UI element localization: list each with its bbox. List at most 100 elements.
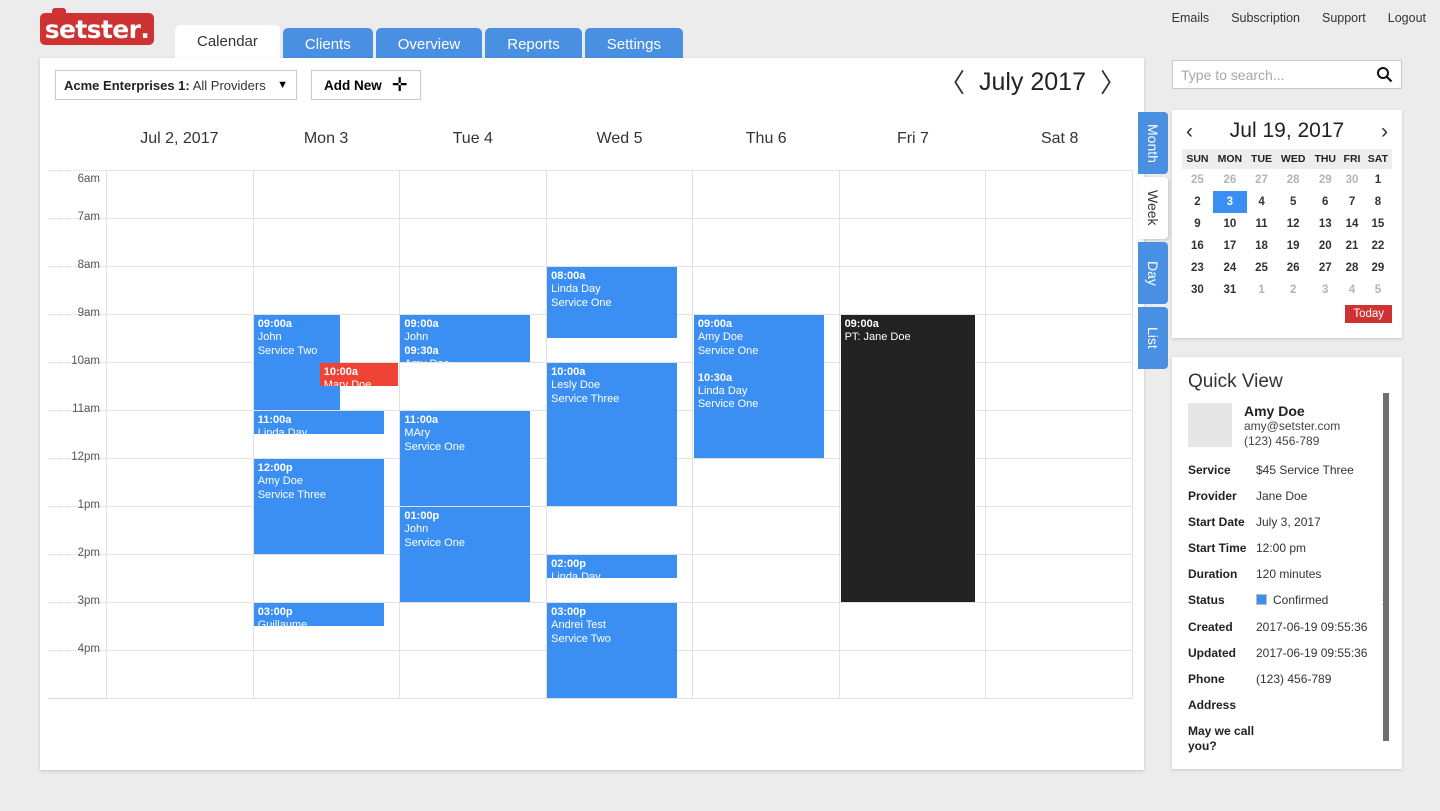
calendar-event[interactable]: 03:00p Guillaume <box>253 603 384 626</box>
day-header-1[interactable]: Mon 3 <box>253 130 400 170</box>
mini-calendar-day[interactable]: 23 <box>1182 257 1213 279</box>
calendar-event[interactable]: 11:00a MAry Service One <box>400 411 531 506</box>
mini-calendar-day[interactable]: 18 <box>1247 235 1276 257</box>
chevron-right-icon[interactable]: 〉 <box>1100 70 1126 96</box>
view-button-week[interactable]: Week <box>1138 177 1168 239</box>
calendar-panel: Acme Enterprises 1: All Providers ▼ Add … <box>40 58 1144 770</box>
mini-calendar-day[interactable]: 24 <box>1213 257 1247 279</box>
utility-link-subscription[interactable]: Subscription <box>1231 11 1300 25</box>
mini-calendar-day[interactable]: 9 <box>1182 213 1213 235</box>
mini-calendar-prev-icon[interactable]: ‹ <box>1186 121 1193 142</box>
day-header-0[interactable]: Jul 2, 2017 <box>106 130 253 170</box>
mini-calendar-day[interactable]: 16 <box>1182 235 1213 257</box>
calendar-event[interactable]: 10:00a Lesly Doe Service Three <box>547 363 678 506</box>
calendar-event[interactable]: 09:00a Amy Doe Service One 10:30a Linda Day… <box>693 315 824 458</box>
tab-settings[interactable]: Settings <box>584 28 683 62</box>
mini-calendar-day[interactable]: 28 <box>1340 257 1364 279</box>
quick-view-value: Jane Doe <box>1256 489 1308 503</box>
mini-calendar-day[interactable]: 4 <box>1247 191 1276 213</box>
mini-calendar-day[interactable]: 27 <box>1310 257 1340 279</box>
quick-view-value: 120 minutes <box>1256 567 1322 581</box>
view-button-month[interactable]: Month <box>1138 112 1168 174</box>
utility-link-logout[interactable]: Logout <box>1388 11 1426 25</box>
mini-calendar-day[interactable]: 26 <box>1276 257 1310 279</box>
day-header-2[interactable]: Tue 4 <box>399 130 546 170</box>
hour-label: 11am <box>72 403 100 415</box>
day-header-6[interactable]: Sat 8 <box>986 130 1133 170</box>
search-icon[interactable] <box>1376 66 1393 83</box>
tab-clients[interactable]: Clients <box>282 28 373 62</box>
mini-calendar-day[interactable]: 2 <box>1182 191 1213 213</box>
mini-calendar-day[interactable]: 14 <box>1340 213 1364 235</box>
view-button-list[interactable]: List <box>1138 307 1168 369</box>
today-button[interactable]: Today <box>1345 305 1392 323</box>
day-header-5[interactable]: Fri 7 <box>840 130 987 170</box>
search-box[interactable] <box>1172 60 1402 89</box>
mini-calendar-day[interactable]: 1 <box>1364 169 1392 191</box>
mini-calendar-day[interactable]: 3 <box>1212 191 1247 213</box>
logo-text: setster <box>44 14 141 44</box>
day-header-3[interactable]: Wed 5 <box>546 130 693 170</box>
mini-calendar-day[interactable]: 8 <box>1364 191 1392 213</box>
mini-calendar-day[interactable]: 1 <box>1247 279 1276 301</box>
mini-calendar-day[interactable]: 4 <box>1340 279 1364 301</box>
calendar-event[interactable]: 08:00a Linda Day Service One <box>547 267 678 338</box>
tab-calendar[interactable]: Calendar <box>175 25 280 62</box>
calendar-event[interactable]: 10:00a Mary Doe <box>319 363 399 386</box>
tab-overview[interactable]: Overview <box>375 28 483 62</box>
mini-calendar-day[interactable]: 25 <box>1247 257 1276 279</box>
setster-logo[interactable]: setster. <box>40 8 154 45</box>
mini-calendar-day[interactable]: 10 <box>1213 213 1247 235</box>
chevron-left-icon[interactable]: 〈 <box>939 70 965 96</box>
hour-label: 8am <box>77 259 100 271</box>
event-service: Service Three <box>551 392 620 405</box>
mini-calendar-day[interactable]: 5 <box>1364 279 1392 301</box>
quick-view-key: May we call you? <box>1188 724 1255 753</box>
calendar-event[interactable]: 01:00p John Service One <box>400 507 531 602</box>
quick-view-scrollbar[interactable] <box>1383 393 1389 741</box>
mini-calendar-day[interactable]: 30 <box>1182 279 1213 301</box>
mini-calendar-day[interactable]: 12 <box>1276 213 1310 235</box>
mini-calendar-day[interactable]: 21 <box>1340 235 1364 257</box>
mini-calendar-day[interactable]: 20 <box>1310 235 1340 257</box>
calendar-event[interactable]: 12:00p Amy Doe Service Three <box>253 459 384 554</box>
calendar-event[interactable]: 09:00a PT: Jane Doe <box>840 315 975 602</box>
search-input[interactable] <box>1181 66 1376 83</box>
mini-calendar-day[interactable]: 5 <box>1276 191 1310 213</box>
add-new-button[interactable]: Add New ✛ <box>311 70 421 100</box>
mini-calendar-day[interactable]: 6 <box>1310 191 1340 213</box>
utility-link-emails[interactable]: Emails <box>1172 11 1210 25</box>
tab-reports[interactable]: Reports <box>485 28 582 62</box>
calendar-event[interactable]: 11:00a Linda Day <box>253 411 384 434</box>
mini-calendar-day[interactable]: 3 <box>1310 279 1340 301</box>
hour-label: 9am <box>77 307 100 319</box>
calendar-event[interactable]: 03:00p Andrei Test Service Two <box>547 603 678 698</box>
calendar-event[interactable]: 09:00aJohn09:30aAmy Doe <box>400 315 531 362</box>
mini-calendar-day[interactable]: 30 <box>1340 169 1364 191</box>
calendar-event[interactable]: 02:00p Linda Day <box>547 555 678 578</box>
mini-calendar-day[interactable]: 7 <box>1340 191 1364 213</box>
mini-calendar-day[interactable]: 29 <box>1310 169 1340 191</box>
mini-calendar-day[interactable]: 2 <box>1276 279 1310 301</box>
mini-calendar-day[interactable]: 15 <box>1364 213 1392 235</box>
mini-calendar-day[interactable]: 29 <box>1364 257 1392 279</box>
mini-calendar-day[interactable]: 22 <box>1364 235 1392 257</box>
mini-calendar-day[interactable]: 26 <box>1213 169 1247 191</box>
mini-calendar-day[interactable]: 31 <box>1213 279 1247 301</box>
mini-calendar-day[interactable]: 19 <box>1276 235 1310 257</box>
mini-calendar-day[interactable]: 11 <box>1247 213 1276 235</box>
logo-dot: . <box>140 14 150 44</box>
utility-link-support[interactable]: Support <box>1322 11 1366 25</box>
mini-calendar-day[interactable]: 27 <box>1247 169 1276 191</box>
quick-view-key: Phone <box>1188 672 1225 686</box>
mini-calendar-next-icon[interactable]: › <box>1381 121 1388 142</box>
mini-calendar-day[interactable]: 25 <box>1182 169 1213 191</box>
view-button-day[interactable]: Day <box>1138 242 1168 304</box>
mini-calendar-day[interactable]: 28 <box>1276 169 1310 191</box>
mini-calendar-day[interactable]: 17 <box>1213 235 1247 257</box>
provider-select[interactable]: Acme Enterprises 1: All Providers ▼ <box>55 70 297 100</box>
quick-view-rows: Service $45 Service Three Provider Jane Doe… <box>1188 463 1386 754</box>
mini-calendar-day[interactable]: 13 <box>1310 213 1340 235</box>
quick-view-row: Phone (123) 456-789 <box>1188 672 1386 687</box>
day-header-4[interactable]: Thu 6 <box>693 130 840 170</box>
